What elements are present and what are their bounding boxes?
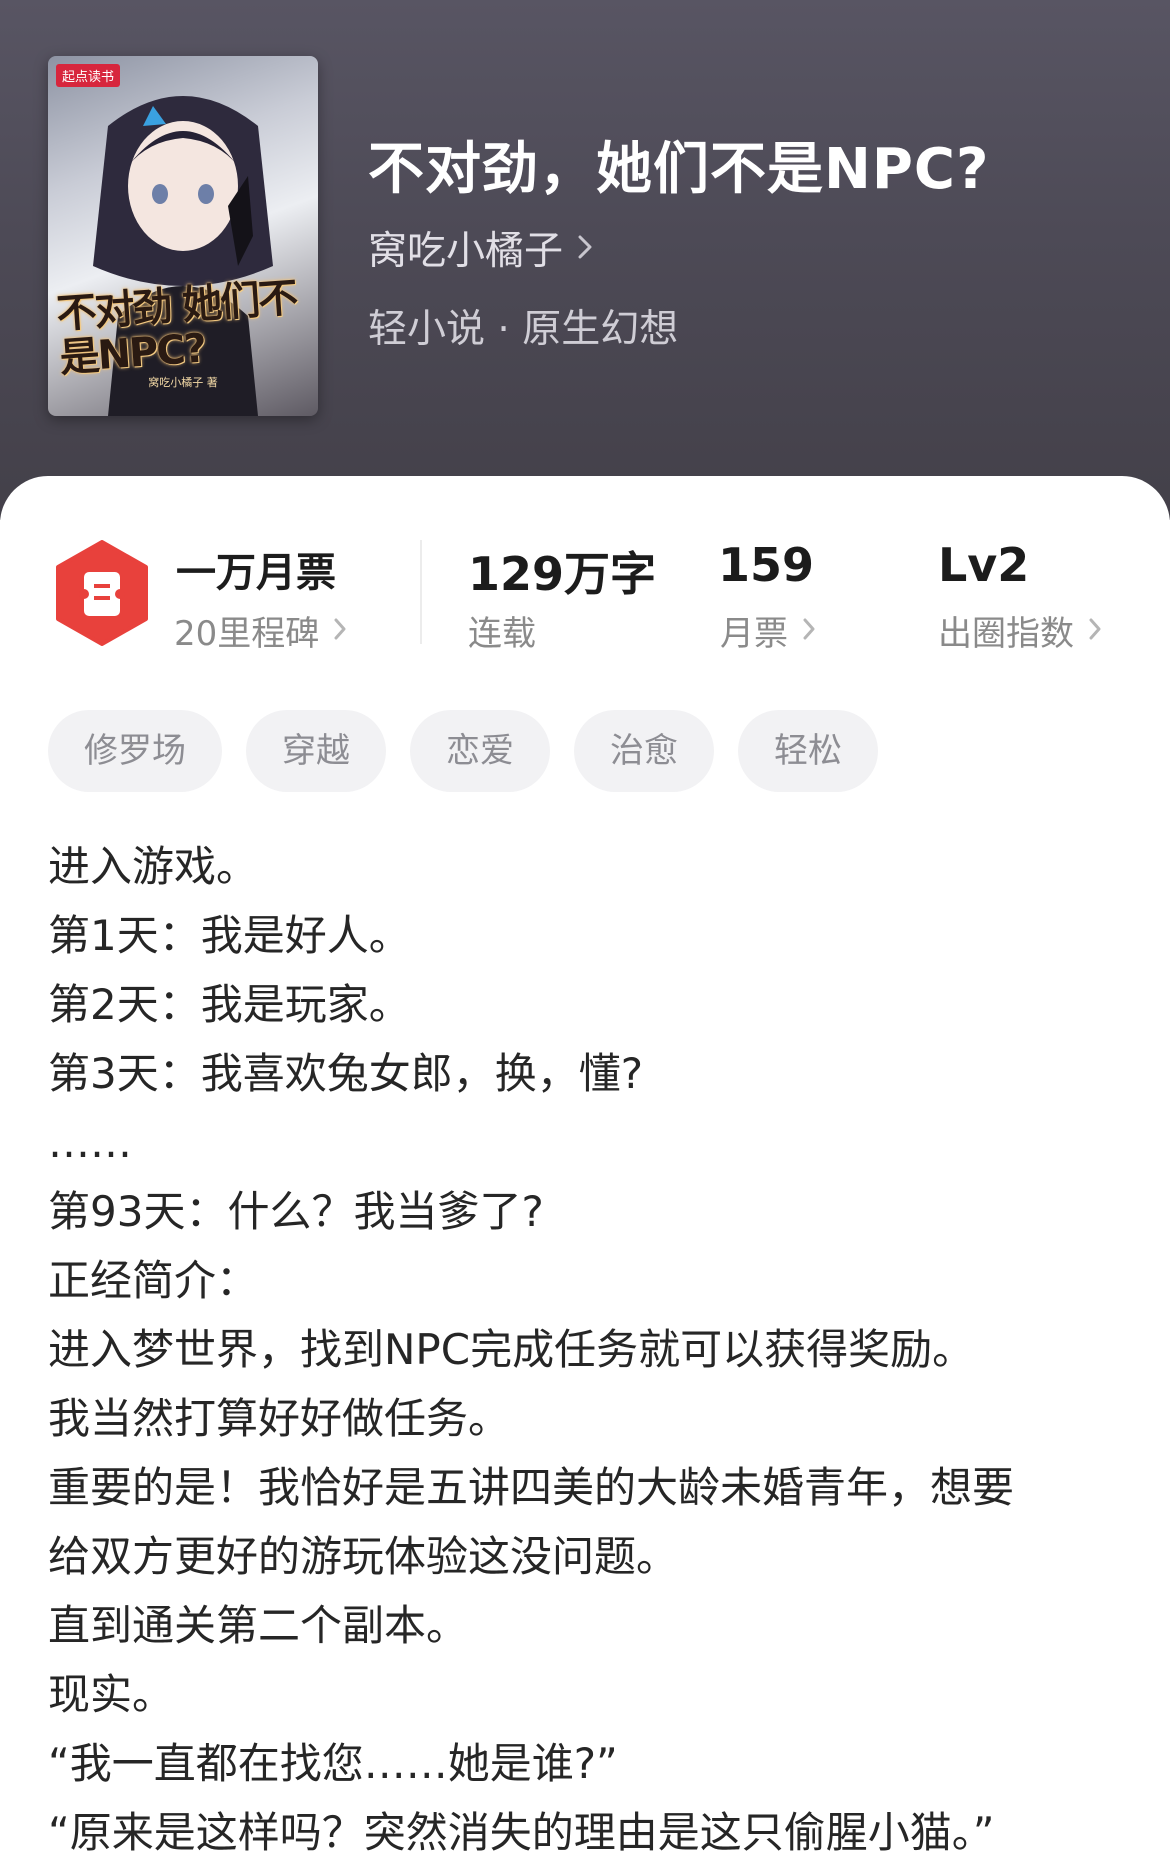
synopsis: 进入游戏。 第1天：我是好人。 第2天：我是玩家。 第3天：我喜欢兔女郎，换，懂… (48, 832, 1128, 1867)
monthly-votes-count: 159 (718, 538, 815, 592)
synopsis-line: 正经简介： (48, 1256, 259, 1305)
synopsis-line: 直到通关第二个副本。 (48, 1601, 469, 1650)
cover-brand-badge: 起点读书 (56, 64, 121, 87)
monthly-votes-link[interactable]: 月票 (720, 606, 816, 655)
synopsis-line: 第1天：我是好人。 (48, 911, 411, 960)
monthly-ticket-title: 一万月票 (176, 550, 336, 596)
synopsis-line: 第2天：我是玩家。 (48, 980, 411, 1029)
popularity-index-label: 出圈指数 (938, 614, 1074, 654)
cover-title-art: 不对劲 她们不是NPC? (55, 275, 298, 382)
chevron-right-icon (333, 611, 347, 651)
tag-chip[interactable]: 治愈 (574, 710, 714, 792)
synopsis-line: 重要的是！我恰好是五讲四美的大龄未婚青年，想要 (48, 1463, 1015, 1512)
tag-list: 修罗场 穿越 恋爱 治愈 轻松 (48, 710, 878, 792)
tag-chip[interactable]: 轻松 (738, 710, 878, 792)
book-title: 不对劲，她们不是NPC? (368, 137, 990, 202)
milestone-label: 20里程碑 (174, 614, 320, 654)
synopsis-line: “我一直都在找您……她是谁?” (48, 1739, 618, 1788)
book-cover[interactable]: 起点读书 不对劲 她们不是NPC? 窝吃小橘子 著 (48, 56, 318, 416)
author-name: 窝吃小橘子 (368, 229, 564, 274)
synopsis-line: 给双方更好的游玩体验这没问题。 (48, 1532, 679, 1581)
ticket-icon[interactable] (54, 540, 150, 646)
popularity-level: Lv2 (938, 538, 1030, 592)
serial-status: 连载 (468, 614, 536, 654)
monthly-votes-label: 月票 (720, 614, 788, 654)
author-link[interactable]: 窝吃小橘子 (368, 220, 593, 276)
synopsis-line: 进入梦世界，找到NPC完成任务就可以获得奖励。 (48, 1325, 975, 1374)
milestone-link[interactable]: 20里程碑 (174, 606, 347, 655)
synopsis-line: 我当然打算好好做任务。 (48, 1394, 511, 1443)
tag-chip[interactable]: 穿越 (246, 710, 386, 792)
chevron-right-icon (577, 226, 593, 271)
synopsis-line: 第3天：我喜欢兔女郎，换，懂? (48, 1049, 644, 1098)
popularity-index-link[interactable]: 出圈指数 (938, 606, 1102, 655)
word-count: 129万字 (468, 547, 657, 601)
cover-author: 窝吃小橘子 著 (148, 376, 218, 389)
genre-label: 轻小说 · 原生幻想 (368, 307, 679, 352)
chevron-right-icon (1088, 611, 1102, 651)
synopsis-line: 进入游戏。 (48, 842, 259, 891)
synopsis-line: 现实。 (48, 1670, 175, 1719)
synopsis-line: 第93天：什么？我当爹了? (48, 1187, 544, 1236)
synopsis-line: “原来是这样吗？突然消失的理由是这只偷腥小猫。” (48, 1808, 995, 1857)
stats-divider (420, 540, 422, 644)
tag-chip[interactable]: 恋爱 (410, 710, 550, 792)
synopsis-line: …… (48, 1118, 132, 1167)
tag-chip[interactable]: 修罗场 (48, 710, 222, 792)
chevron-right-icon (802, 611, 816, 651)
